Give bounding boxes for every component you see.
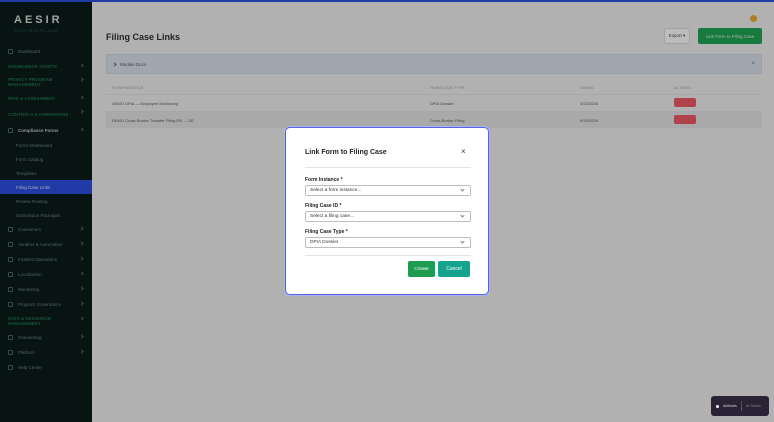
chevron-down-icon — [460, 213, 465, 218]
status-dot-icon — [716, 404, 719, 408]
toolbar-primary: Actihubs — [723, 404, 737, 408]
toolbar-secondary: UI Studio — [745, 404, 761, 408]
link-form-modal: Link Form to Filing Case × Form Instance… — [285, 127, 489, 295]
filing-case-id-value: Select a filing case... — [310, 214, 354, 219]
divider — [740, 401, 742, 411]
filing-case-id-label: Filing Case ID * — [305, 203, 342, 209]
filing-case-id-select[interactable]: Select a filing case... — [305, 211, 471, 222]
divider — [305, 255, 471, 256]
create-button[interactable]: Create — [408, 261, 435, 277]
form-instance-label: Form Instance * — [305, 177, 343, 183]
chevron-down-icon — [460, 239, 465, 244]
close-icon[interactable]: × — [461, 148, 466, 156]
filing-case-type-select[interactable]: DPIA Dossier — [305, 237, 471, 248]
filing-case-type-label: Filing Case Type * — [305, 229, 348, 235]
filing-case-type-value: DPIA Dossier — [310, 240, 339, 245]
cancel-button[interactable]: Cancel — [438, 261, 470, 277]
form-instance-select[interactable]: Select a form instance... — [305, 185, 471, 196]
divider — [305, 167, 471, 168]
dev-toolbar[interactable]: Actihubs UI Studio — [711, 396, 769, 416]
modal-title: Link Form to Filing Case — [305, 149, 387, 156]
form-instance-value: Select a form instance... — [310, 188, 362, 193]
chevron-down-icon — [460, 187, 465, 192]
